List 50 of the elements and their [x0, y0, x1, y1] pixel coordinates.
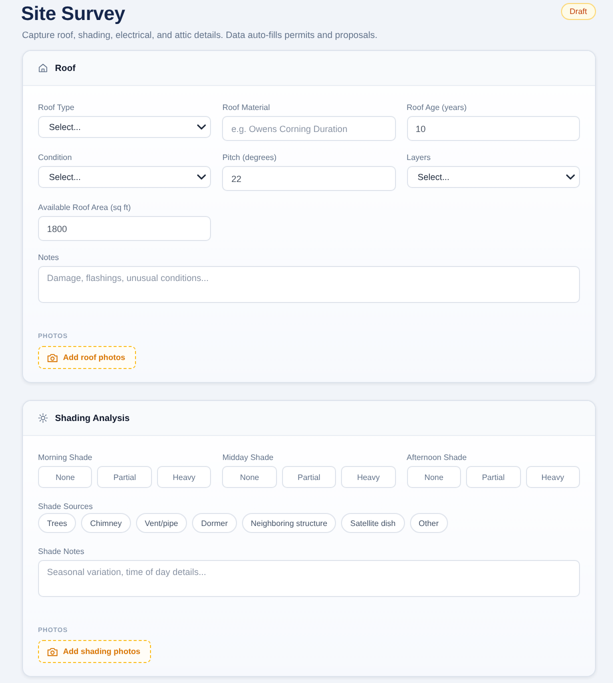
shade-option-button[interactable]: Partial	[97, 466, 152, 488]
camera-icon	[47, 352, 58, 362]
dropdown-select[interactable]: Select...	[406, 166, 580, 188]
shade-source-chip[interactable]: Neighboring structure	[242, 513, 336, 533]
text-input[interactable]: 22	[222, 166, 396, 191]
shade-option-button[interactable]: None	[222, 466, 277, 488]
shade-source-chip[interactable]: Trees	[38, 513, 76, 533]
shade-option-button[interactable]: Heavy	[526, 466, 580, 488]
field-label: Available Roof Area (sq ft)	[38, 202, 132, 213]
field-label: Morning Shade	[38, 452, 94, 463]
shade-option-button[interactable]: None	[406, 466, 462, 488]
field-label: Roof Type	[38, 102, 76, 113]
text-input[interactable]: 1800	[38, 216, 212, 241]
field-label: Layers	[406, 152, 432, 163]
dropdown-select[interactable]: Select...	[38, 116, 212, 138]
section-title: Roof	[55, 63, 76, 73]
dropdown-select[interactable]: Select...	[38, 166, 212, 188]
chevron-down-icon	[566, 174, 575, 180]
shade-source-chip[interactable]: Chimney	[81, 513, 131, 533]
field-label: Shade Notes	[38, 546, 86, 557]
field-label: Condition	[38, 152, 73, 163]
section-title: Shading Analysis	[55, 413, 130, 423]
text-input[interactable]: e.g. Owens Corning Duration	[222, 116, 396, 141]
page-subtitle: Capture roof, shading, electrical, and attic details. Data auto-fills permits and proposals.	[22, 29, 378, 41]
notes-textarea[interactable]: Seasonal variation, time of day details...	[38, 560, 580, 597]
chevron-down-icon	[197, 124, 206, 130]
field-label: Shade Sources	[38, 501, 94, 512]
shade-source-chip[interactable]: Dormer	[192, 513, 237, 533]
house-icon	[38, 63, 48, 73]
text-input[interactable]: 10	[406, 116, 580, 141]
sun-icon	[38, 413, 48, 423]
field-label: Pitch (degrees)	[222, 152, 278, 163]
page-title: Site Survey	[21, 3, 126, 25]
shade-source-chip[interactable]: Satellite dish	[341, 513, 405, 533]
shade-source-chip[interactable]: Other	[410, 513, 448, 533]
camera-icon	[47, 646, 58, 656]
shade-option-button[interactable]: Partial	[282, 466, 336, 488]
shade-option-button[interactable]: Heavy	[341, 466, 396, 488]
notes-textarea[interactable]: Damage, flashings, unusual conditions...	[38, 266, 580, 303]
shade-option-button[interactable]: None	[38, 466, 92, 488]
shade-option-button[interactable]: Heavy	[156, 466, 212, 488]
field-label: Roof Age (years)	[406, 102, 468, 113]
shade-source-chip[interactable]: Vent/pipe	[136, 513, 188, 533]
shade-option-button[interactable]: Partial	[466, 466, 521, 488]
field-label: Roof Material	[222, 102, 271, 113]
status-badge: Draft	[560, 3, 596, 20]
field-label: Midday Shade	[222, 452, 274, 463]
chevron-down-icon	[197, 174, 206, 180]
field-label: Afternoon Shade	[406, 452, 468, 463]
field-label: Notes	[38, 252, 60, 263]
